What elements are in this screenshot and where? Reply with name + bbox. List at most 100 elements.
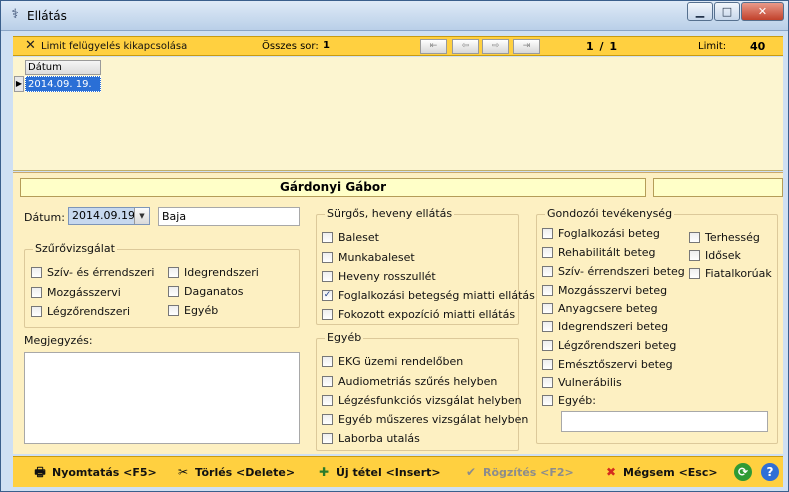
checkbox-box[interactable]	[542, 266, 553, 277]
first-icon[interactable]: ⇤	[420, 39, 447, 54]
screening-musculo-checkbox[interactable]: Mozgásszervi	[31, 286, 121, 299]
care-respiratory-checkbox[interactable]: Légzőrendszeri beteg	[542, 339, 676, 352]
print-button[interactable]: 🖶 Nyomtatás <F5>	[33, 465, 156, 479]
checkbox-label: Foglalkozási beteg	[558, 227, 660, 240]
place-input[interactable]: Baja	[158, 207, 300, 226]
checkbox-label: Idősek	[705, 249, 741, 262]
other-spirometry-checkbox[interactable]: Légzésfunkciós vizsgálat helyben	[322, 394, 522, 407]
chevron-down-icon[interactable]: ▼	[134, 208, 149, 224]
urgent-acute-illness-checkbox[interactable]: Heveny rosszullét	[322, 270, 436, 283]
care-youth-checkbox[interactable]: Fiatalkorúak	[689, 267, 772, 280]
checkbox-box[interactable]	[322, 414, 333, 425]
record-grid[interactable]: Dátum ▶ 2014.09. 19.	[13, 57, 783, 171]
check-icon: ✔	[465, 465, 477, 479]
screening-other-checkbox[interactable]: Egyéb	[168, 304, 218, 317]
other-lab-referral-checkbox[interactable]: Laborba utalás	[322, 432, 420, 445]
last-icon[interactable]: ⇥	[513, 39, 540, 54]
care-elderly-checkbox[interactable]: Idősek	[689, 249, 741, 262]
care-metabolic-checkbox[interactable]: Anyagcsere beteg	[542, 302, 658, 315]
checkbox-box[interactable]	[31, 306, 42, 317]
screening-neuro-checkbox[interactable]: Idegrendszeri	[168, 266, 259, 279]
other-instrumental-checkbox[interactable]: Egyéb műszeres vizsgálat helyben	[322, 413, 528, 426]
care-rehab-checkbox[interactable]: Rehabilitált beteg	[542, 246, 656, 259]
grid-header-date[interactable]: Dátum	[25, 60, 101, 75]
checkbox-box[interactable]	[322, 433, 333, 444]
screening-tumor-checkbox[interactable]: Daganatos	[168, 285, 243, 298]
care-occupational-checkbox[interactable]: Foglalkozási beteg	[542, 227, 660, 240]
checkbox-box[interactable]	[31, 287, 42, 298]
other-group: Egyéb EKG üzemi rendelőben Audiometriás …	[316, 331, 528, 451]
checkbox-box[interactable]	[689, 250, 700, 261]
prev-icon[interactable]: ⇦	[452, 39, 479, 54]
date-label: Dátum:	[24, 211, 65, 224]
checkbox-box[interactable]	[322, 271, 333, 282]
app-icon: ⚕	[11, 7, 19, 22]
checkbox-box[interactable]	[542, 377, 553, 388]
notes-textarea[interactable]	[24, 352, 300, 444]
checkbox-box[interactable]	[322, 376, 333, 387]
other-ekg-checkbox[interactable]: EKG üzemi rendelőben	[322, 355, 463, 368]
care-other-input[interactable]	[561, 411, 768, 432]
checkbox-box[interactable]	[31, 267, 42, 278]
checkbox-box[interactable]	[542, 285, 553, 296]
care-pregnancy-checkbox[interactable]: Terhesség	[689, 231, 760, 244]
checkbox-box[interactable]	[542, 340, 553, 351]
screening-respiratory-checkbox[interactable]: Légzőrendszeri	[31, 305, 130, 318]
checkbox-box[interactable]	[542, 395, 553, 406]
table-row[interactable]: 2014.09. 19.	[25, 76, 101, 92]
row-indicator-icon: ▶	[14, 76, 24, 92]
checkbox-box[interactable]	[322, 356, 333, 367]
urgent-accident-checkbox[interactable]: Baleset	[322, 231, 379, 244]
care-cardio-checkbox[interactable]: Szív- érrendszeri beteg	[542, 265, 685, 278]
new-item-button[interactable]: ✚ Új tétel <Insert>	[317, 465, 441, 479]
urgent-occupational-checkbox[interactable]: ✓ Foglalkozási betegség miatti ellátás	[322, 289, 535, 302]
checkbox-box[interactable]	[542, 247, 553, 258]
checkbox-label: Emésztőszervi beteg	[558, 358, 673, 371]
delete-button[interactable]: ✂ Törlés <Delete>	[176, 465, 295, 479]
checkbox-box[interactable]	[322, 395, 333, 406]
next-icon[interactable]: ⇨	[482, 39, 509, 54]
checkbox-box[interactable]	[168, 267, 179, 278]
urgent-title: Sürgős, heveny ellátás	[325, 207, 455, 220]
checkbox-label: Egyéb	[184, 304, 219, 317]
window-title: Ellátás	[27, 9, 67, 23]
cancel-button[interactable]: ✖ Mégsem <Esc>	[604, 465, 718, 479]
care-vulnerable-checkbox[interactable]: Vulnerábilis	[542, 376, 622, 389]
urgent-work-accident-checkbox[interactable]: Munkabaleset	[322, 251, 415, 264]
checkbox-box[interactable]	[322, 309, 333, 320]
care-musculo-checkbox[interactable]: Mozgásszervi beteg	[542, 284, 667, 297]
date-picker[interactable]: 2014.09.19 ▼	[68, 207, 150, 225]
minimize-button[interactable]: ▁	[687, 2, 713, 21]
screening-cardio-checkbox[interactable]: Szív- és érrendszeri	[31, 266, 154, 279]
refresh-icon[interactable]: ⟳	[734, 463, 752, 481]
save-button[interactable]: ✔ Rögzítés <F2>	[464, 465, 574, 479]
checkmark-icon[interactable]: ✓	[322, 290, 333, 301]
care-neuro-checkbox[interactable]: Idegrendszeri beteg	[542, 320, 668, 333]
urgent-exposure-checkbox[interactable]: Fokozott expozíció miatti ellátás	[322, 308, 515, 321]
checkbox-label: Fokozott expozíció miatti ellátás	[338, 308, 516, 321]
limit-off-button[interactable]: Limit felügyelés kikapcsolása	[41, 41, 187, 52]
checkbox-box[interactable]	[322, 252, 333, 263]
checkbox-label: Idegrendszeri beteg	[558, 320, 669, 333]
checkbox-box[interactable]	[322, 232, 333, 243]
maximize-button[interactable]: □	[714, 2, 740, 21]
title-bar[interactable]: ⚕ Ellátás ▁ □ ✕	[1, 1, 788, 31]
checkbox-box[interactable]	[689, 268, 700, 279]
help-icon[interactable]: ?	[761, 463, 779, 481]
checkbox-label: Szív- érrendszeri beteg	[558, 265, 685, 278]
checkbox-box[interactable]	[542, 321, 553, 332]
care-digestive-checkbox[interactable]: Emésztőszervi beteg	[542, 358, 673, 371]
care-other-checkbox[interactable]: Egyéb:	[542, 394, 596, 407]
close-button[interactable]: ✕	[741, 2, 784, 21]
checkbox-box[interactable]	[542, 303, 553, 314]
checkbox-box[interactable]	[168, 286, 179, 297]
checkbox-label: Audiometriás szűrés helyben	[338, 375, 498, 388]
checkbox-label: Laborba utalás	[338, 432, 420, 445]
other-audiometry-checkbox[interactable]: Audiometriás szűrés helyben	[322, 375, 497, 388]
checkbox-box[interactable]	[168, 305, 179, 316]
checkbox-box[interactable]	[689, 232, 700, 243]
limit-off-icon[interactable]: ✕	[25, 38, 36, 53]
checkbox-box[interactable]	[542, 359, 553, 370]
checkbox-box[interactable]	[542, 228, 553, 239]
checkbox-label: Vulnerábilis	[558, 376, 622, 389]
